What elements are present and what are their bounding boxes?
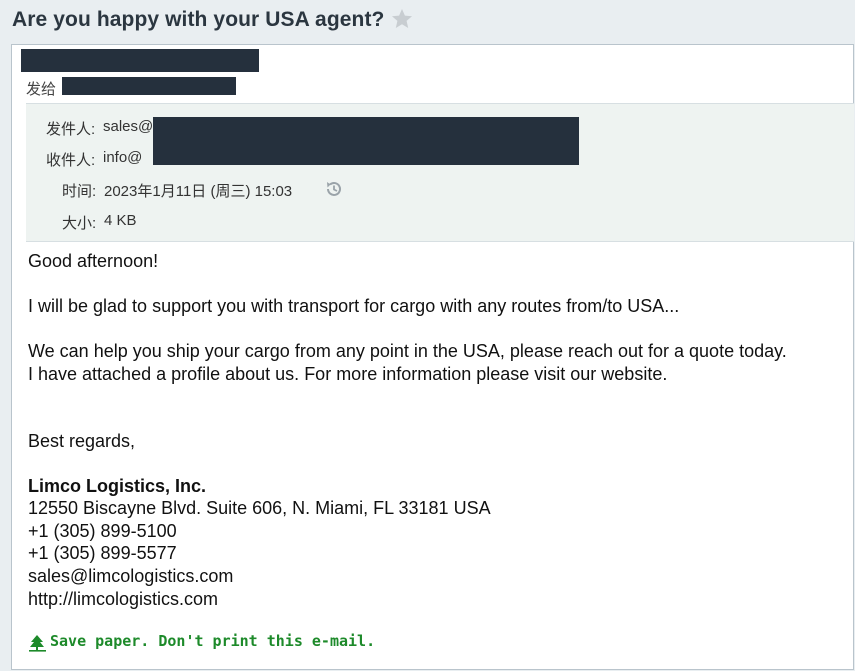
size-label: 大小:: [62, 215, 97, 232]
time-label: 时间:: [62, 183, 97, 200]
size-value: 4 KB: [104, 212, 137, 229]
to-value[interactable]: info@: [103, 149, 142, 166]
closing-text: Best regards,: [28, 431, 136, 451]
redacted-sender-name: [21, 49, 259, 72]
from-value[interactable]: sales@: [103, 118, 153, 135]
company-name: Limco Logistics, Inc.: [28, 476, 207, 496]
eco-footer-note: Save paper. Don't print this e-mail.: [50, 632, 375, 650]
body-line-3: I have attached a profile about us. For …: [28, 364, 668, 384]
to-label: 收件人:: [46, 152, 96, 169]
tree-icon: [29, 635, 46, 652]
phone-2: +1 (305) 899-5577: [28, 543, 177, 563]
time-value: 2023年1月11日 (周三) 15:03: [104, 183, 293, 200]
email-address-link[interactable]: sales@limcologistics.com: [28, 566, 233, 587]
website-link[interactable]: http://limcologistics.com: [28, 589, 218, 610]
from-label: 发件人:: [46, 121, 96, 138]
greeting-text: Good afternoon!: [28, 251, 159, 271]
body-line-2: We can help you ship your cargo from any…: [28, 341, 787, 361]
company-address: 12550 Biscayne Blvd. Suite 606, N. Miami…: [28, 498, 491, 518]
redacted-from-address: [153, 117, 579, 165]
body-line-1: I will be glad to support you with trans…: [28, 296, 680, 316]
eco-footer-text: Save paper. Don't print this e-mail.: [50, 632, 376, 650]
email-subject: Are you happy with your USA agent?: [12, 8, 385, 31]
title-bar: Are you happy with your USA agent?: [0, 0, 855, 44]
redacted-recipient: [62, 77, 236, 95]
phone-1: +1 (305) 899-5100: [28, 521, 177, 541]
to-prefix-label: 发给: [26, 81, 57, 98]
star-icon[interactable]: [390, 7, 414, 31]
history-icon[interactable]: [324, 179, 344, 199]
